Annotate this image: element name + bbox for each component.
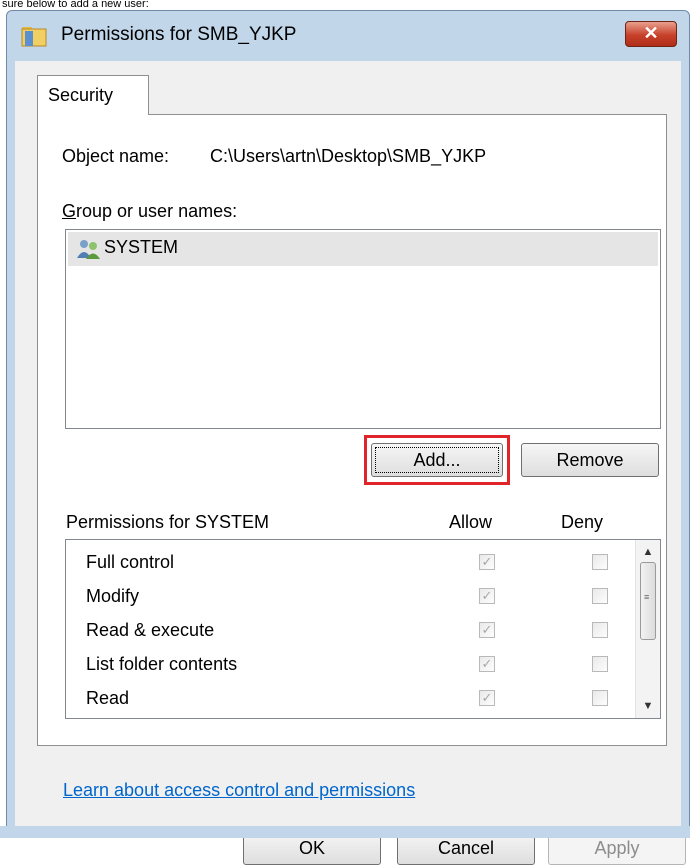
user-name: SYSTEM [104, 237, 179, 257]
deny-checkbox[interactable] [592, 622, 608, 638]
learn-access-control-link[interactable]: Learn about access control and permissio… [63, 780, 415, 801]
permissions-scrollbar[interactable]: ▲ ≡ ▼ [635, 540, 660, 718]
remove-button[interactable]: Remove [521, 443, 659, 477]
allow-checkbox[interactable]: ✓ [479, 554, 495, 570]
permission-row: Read ✓ [66, 682, 636, 716]
add-button[interactable]: Add... [371, 443, 503, 477]
object-name-value: C:\Users\artn\Desktop\SMB_YJKP [210, 146, 487, 166]
title-bar[interactable]: Permissions for SMB_YJKP ✕ [7, 11, 689, 61]
folder-icon [21, 27, 47, 47]
permissions-list[interactable]: Full control ✓ Modify ✓ Read & execute ✓… [65, 539, 661, 719]
permission-row: Read & execute ✓ [66, 614, 636, 648]
deny-checkbox[interactable] [592, 656, 608, 672]
window-bottom-edge [0, 826, 690, 838]
instruction-caption: sure below to add a new user: [0, 0, 690, 8]
permission-name: Full control [86, 552, 175, 572]
users-group-icon [77, 240, 100, 259]
allow-checkbox[interactable]: ✓ [479, 588, 495, 604]
allow-checkbox[interactable]: ✓ [479, 622, 495, 638]
scroll-thumb[interactable]: ≡ [640, 562, 656, 640]
permission-row: Full control ✓ [66, 546, 636, 580]
permission-name: List folder contents [86, 654, 238, 674]
group-or-user-names-label: Group or user names: [62, 201, 238, 221]
permission-row-partial [66, 716, 636, 718]
permissions-dialog: Permissions for SMB_YJKP ✕ Security Obje… [6, 10, 690, 865]
permission-name: Modify [86, 586, 140, 606]
permission-row: Modify ✓ [66, 580, 636, 614]
grip-icon: ≡ [644, 592, 650, 602]
permission-name: Read & execute [86, 620, 215, 640]
group-label-text: roup or user names: [76, 201, 238, 221]
deny-column-header: Deny [561, 512, 604, 532]
deny-checkbox[interactable] [592, 588, 608, 604]
security-tab-panel: Object name: C:\Users\artn\Desktop\SMB_Y… [37, 114, 667, 746]
permissions-header: Permissions for SYSTEM [66, 512, 270, 532]
object-name-label: Object name: [62, 146, 170, 166]
window-title: Permissions for SMB_YJKP [61, 24, 297, 45]
permission-name: Read [86, 688, 130, 708]
allow-column-header: Allow [449, 512, 493, 532]
permission-row: List folder contents ✓ [66, 648, 636, 682]
scroll-down-arrow-icon[interactable]: ▼ [636, 696, 660, 716]
users-list[interactable]: SYSTEM [65, 229, 661, 429]
tab-security[interactable]: Security [37, 75, 149, 115]
dialog-client-area: Security Object name: C:\Users\artn\Desk… [15, 61, 686, 865]
allow-checkbox[interactable]: ✓ [479, 690, 495, 706]
user-item-system[interactable]: SYSTEM [68, 232, 658, 266]
close-button[interactable]: ✕ [625, 21, 677, 47]
deny-checkbox[interactable] [592, 690, 608, 706]
scroll-up-arrow-icon[interactable]: ▲ [636, 542, 660, 562]
allow-checkbox[interactable]: ✓ [479, 656, 495, 672]
deny-checkbox[interactable] [592, 554, 608, 570]
focus-rectangle [375, 447, 499, 473]
